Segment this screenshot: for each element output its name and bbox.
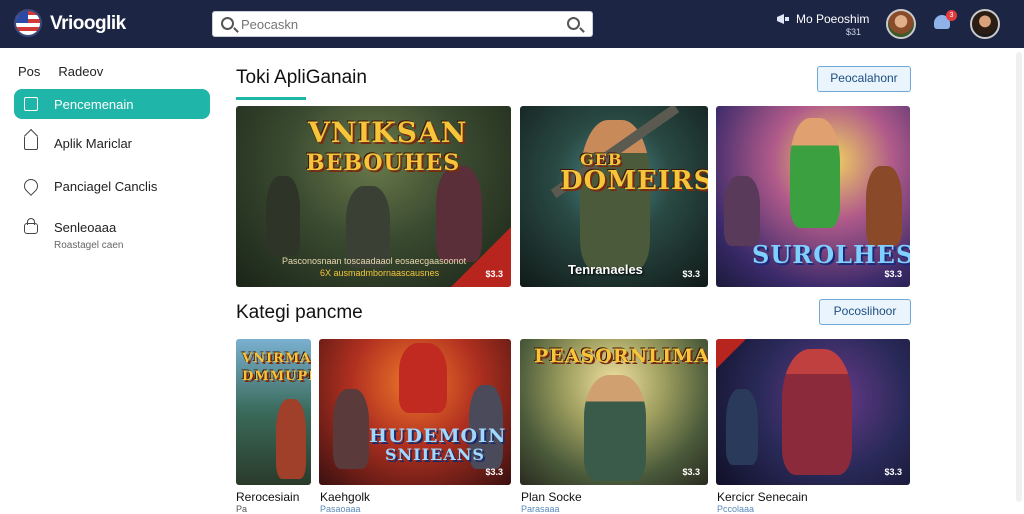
game-logo-line2: DOMEIRS xyxy=(560,166,708,196)
avatar[interactable] xyxy=(886,9,916,39)
sidebar-header: Pos Radeov xyxy=(18,64,103,79)
card-price: $3.3 xyxy=(485,467,503,477)
sidebar-header-left[interactable]: Pos xyxy=(18,64,40,79)
game-logo-line1: PEASORNLIMAS xyxy=(534,345,708,367)
card-title[interactable]: Kercicr Senecain xyxy=(717,490,808,504)
game-card[interactable]: SUROLHES $3.3 xyxy=(716,106,910,287)
card-price: $3.3 xyxy=(682,467,700,477)
page-scrollbar[interactable] xyxy=(1016,52,1022,502)
home-icon xyxy=(24,136,38,150)
sidebar-item-sublabel: Roastagel caen xyxy=(54,240,124,251)
character-figure xyxy=(436,166,482,262)
game-card[interactable]: HUDEMOIN SNIIEANS $3.3 xyxy=(319,339,511,485)
sidebar-item-label: Aplik Mariclar xyxy=(54,136,133,151)
character-figure xyxy=(276,399,306,479)
character-figure xyxy=(724,176,760,246)
game-card[interactable]: PEASORNLIMAS $3.3 xyxy=(520,339,708,485)
card-title[interactable]: Plan Socke xyxy=(521,490,582,504)
game-logo-line2: DMMUPEK xyxy=(242,369,311,384)
card-price: $3.3 xyxy=(884,467,902,477)
game-logo-line2: SNIIEANS xyxy=(385,445,485,464)
card-subtitle: Parasaaa xyxy=(521,504,560,514)
search-bar[interactable] xyxy=(212,11,593,37)
sidebar-item-label: Senleoaaa xyxy=(54,220,117,235)
lock-icon xyxy=(24,218,38,234)
character-figure xyxy=(866,166,902,246)
top-bar: Vriooglik Mo Poeoshim $31 3 xyxy=(0,0,1024,48)
user-balance: $31 xyxy=(846,27,862,37)
megaphone-icon[interactable] xyxy=(776,13,790,25)
card-subtitle: Pasaoaaa xyxy=(320,504,361,514)
app-logo-text[interactable]: Vriooglik xyxy=(50,13,126,35)
flag-logo-icon[interactable] xyxy=(14,9,42,37)
game-card[interactable]: $3.3 xyxy=(716,339,910,485)
notification-badge: 3 xyxy=(946,10,957,21)
sidebar-item-label: Panciagel Canclis xyxy=(54,179,158,194)
card-price: $3.3 xyxy=(884,269,902,279)
inbox-icon xyxy=(24,97,38,111)
card-fine-print: 6X ausmadmbornaascausnes xyxy=(320,268,440,278)
game-logo-line1: SUROLHES xyxy=(752,240,910,269)
tag-icon xyxy=(21,176,41,196)
sidebar-item-senleoaaa[interactable]: Senleoaaa Roastagel caen xyxy=(14,212,210,258)
card-subtitle: Pa xyxy=(236,504,248,514)
sidebar-item-aplik-mariclar[interactable]: Aplik Mariclar xyxy=(14,128,210,158)
card-subtitle: Pccolaaa xyxy=(717,504,755,514)
character-figure xyxy=(399,343,447,413)
character-figure xyxy=(782,349,852,475)
character-figure xyxy=(333,389,369,469)
game-logo-line1: HUDEMOIN xyxy=(369,425,507,447)
game-logo-line2: BEBOUHES xyxy=(306,150,461,176)
search-input[interactable] xyxy=(241,15,541,33)
corner-ribbon xyxy=(716,339,746,369)
card-price: $3.3 xyxy=(485,269,503,279)
sidebar-item-label: Pencemenain xyxy=(54,97,134,112)
game-card[interactable]: VNIKSAN BEBOUHES Pasconosnaan toscaadaao… xyxy=(236,106,511,287)
profile-avatar[interactable] xyxy=(970,9,1000,39)
character-figure xyxy=(584,375,646,481)
user-name[interactable]: Mo Poeoshim xyxy=(796,12,869,26)
sidebar-header-right[interactable]: Radeov xyxy=(58,64,103,79)
character-figure xyxy=(266,176,300,256)
game-card[interactable]: VNIRMAN DMMUPEK xyxy=(236,339,311,485)
game-logo-line1: VNIKSAN xyxy=(308,116,468,149)
section-title-underline xyxy=(236,97,306,100)
card-price: $3.3 xyxy=(682,269,700,279)
character-figure xyxy=(726,389,758,465)
card-title[interactable]: Kaehgolk xyxy=(320,490,370,504)
section2-action-button[interactable]: Pocoslihoor xyxy=(819,299,911,325)
game-logo-line1: VNIRMAN xyxy=(242,351,311,366)
card-caption: Tenranaeles xyxy=(568,262,643,277)
sidebar: Pos Radeov Pencemenain Aplik Mariclar Pan… xyxy=(0,48,222,512)
game-card[interactable]: GEB DOMEIRS Tenranaeles $3.3 xyxy=(520,106,708,287)
card-fine-print: Pasconosnaan toscaadaaol eosaecgaasoonot xyxy=(282,256,467,266)
search-submit-icon[interactable] xyxy=(567,17,580,30)
section-title-categories: Kategi pancme xyxy=(236,302,363,323)
section-title-featured: Toki ApliGanain xyxy=(236,67,367,88)
search-icon xyxy=(221,17,234,30)
character-figure xyxy=(790,118,840,228)
sidebar-item-pencemenain[interactable]: Pencemenain xyxy=(14,89,210,119)
sidebar-item-panciagel-canclis[interactable]: Panciagel Canclis xyxy=(14,171,210,201)
section1-action-button[interactable]: Peocalahonr xyxy=(817,66,911,92)
card-title[interactable]: Rerocesiain xyxy=(236,490,299,504)
